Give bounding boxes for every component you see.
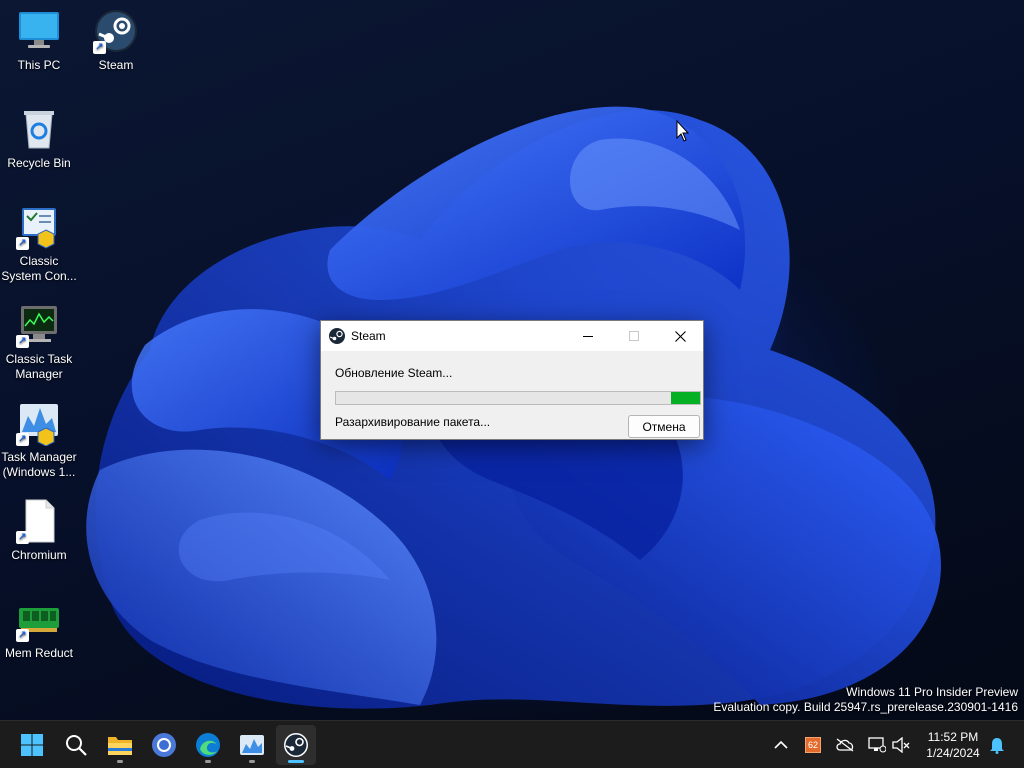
monitor-icon [16,8,62,54]
desktop-icon-classic-system-config[interactable]: ↗ Classic System Con... [0,204,78,284]
close-button[interactable] [657,321,703,351]
maximize-button [611,321,657,351]
progress-fill [670,392,700,404]
show-hidden-icons-button[interactable] [769,733,793,757]
file-explorer-icon [108,737,132,755]
dialog-body: Обновление Steam... Разархивирование пак… [321,351,703,439]
memory-chip-icon: ↗ [16,596,62,642]
task-manager-icon: ↗ [16,400,62,447]
active-indicator [288,760,304,763]
mem-reduct-tray-button[interactable]: 62 [801,733,825,757]
network-disconnected-icon [868,737,886,753]
desktop-icon-task-manager[interactable]: ↗ Task Manager (Windows 1... [0,400,78,480]
shortcut-arrow-icon: ↗ [16,237,29,250]
edge-icon [196,733,220,757]
shortcut-arrow-icon: ↗ [16,433,29,446]
system-config-icon: ↗ [16,204,62,250]
desktop-icon-steam[interactable]: ↗ Steam [77,8,155,73]
steam-icon [329,328,345,344]
desktop-icon-mem-reduct[interactable]: ↗ Mem Reduct [0,596,78,661]
volume-muted-icon [892,737,910,753]
blank-file-icon: ↗ [16,498,62,544]
mouse-cursor-icon [676,120,690,142]
running-indicator [205,760,211,763]
clock-time: 11:52 PM [927,730,979,744]
notifications-button[interactable] [985,733,1009,757]
steam-icon: ↗ [93,8,139,54]
search-button[interactable] [56,725,96,765]
chevron-up-icon [774,740,788,749]
start-icon [21,734,43,756]
desktop-icon-chromium[interactable]: ↗ Chromium [0,498,78,563]
onedrive-tray-button[interactable] [833,733,857,757]
search-icon [66,735,87,756]
bell-icon [990,738,1004,754]
dialog-titlebar[interactable]: Steam [321,321,703,351]
taskbar: 62 11:52 PM 1/24/2024 [0,720,1024,768]
edge-button[interactable] [188,725,228,765]
dialog-title: Steam [351,329,386,343]
classic-task-manager-icon: ↗ [16,302,62,348]
minimize-button[interactable] [565,321,611,351]
cancel-button[interactable]: Отмена [628,415,700,438]
shortcut-arrow-icon: ↗ [16,629,29,642]
cloud-offline-icon [836,738,854,752]
file-explorer-button[interactable] [100,725,140,765]
taskbar-clock[interactable]: 11:52 PM 1/24/2024 [918,729,988,761]
desktop-icon-classic-task-manager[interactable]: ↗ Classic Task Manager [0,302,78,382]
shortcut-arrow-icon: ↗ [93,41,106,54]
windows-watermark: Windows 11 Pro Insider Preview Evaluatio… [713,685,1018,714]
task-manager-icon [240,735,264,755]
maximize-icon [629,331,639,341]
update-status-heading: Обновление Steam... [335,366,453,380]
volume-tray-button[interactable] [889,733,913,757]
task-manager-button[interactable] [232,725,272,765]
running-indicator [117,760,123,763]
steam-update-dialog: Steam Обновление Steam... Разархивирован… [320,320,704,440]
unpacking-status-text: Разархивирование пакета... [335,415,491,429]
chromium-button[interactable] [144,725,184,765]
running-indicator [249,760,255,763]
chromium-icon [152,733,176,757]
steam-taskbar-button[interactable] [276,725,316,765]
desktop-icon-recycle-bin[interactable]: Recycle Bin [0,106,78,171]
memory-usage-badge: 62 [805,737,821,753]
update-progress-bar [335,391,701,405]
recycle-bin-icon [16,106,62,152]
close-icon [674,330,686,342]
minimize-icon [583,336,593,337]
start-button[interactable] [12,725,52,765]
steam-icon [284,733,308,757]
clock-date: 1/24/2024 [926,746,980,760]
shortcut-arrow-icon: ↗ [16,335,29,348]
network-tray-button[interactable] [865,733,889,757]
desktop-icon-this-pc[interactable]: This PC [0,8,78,73]
shortcut-arrow-icon: ↗ [16,531,29,544]
